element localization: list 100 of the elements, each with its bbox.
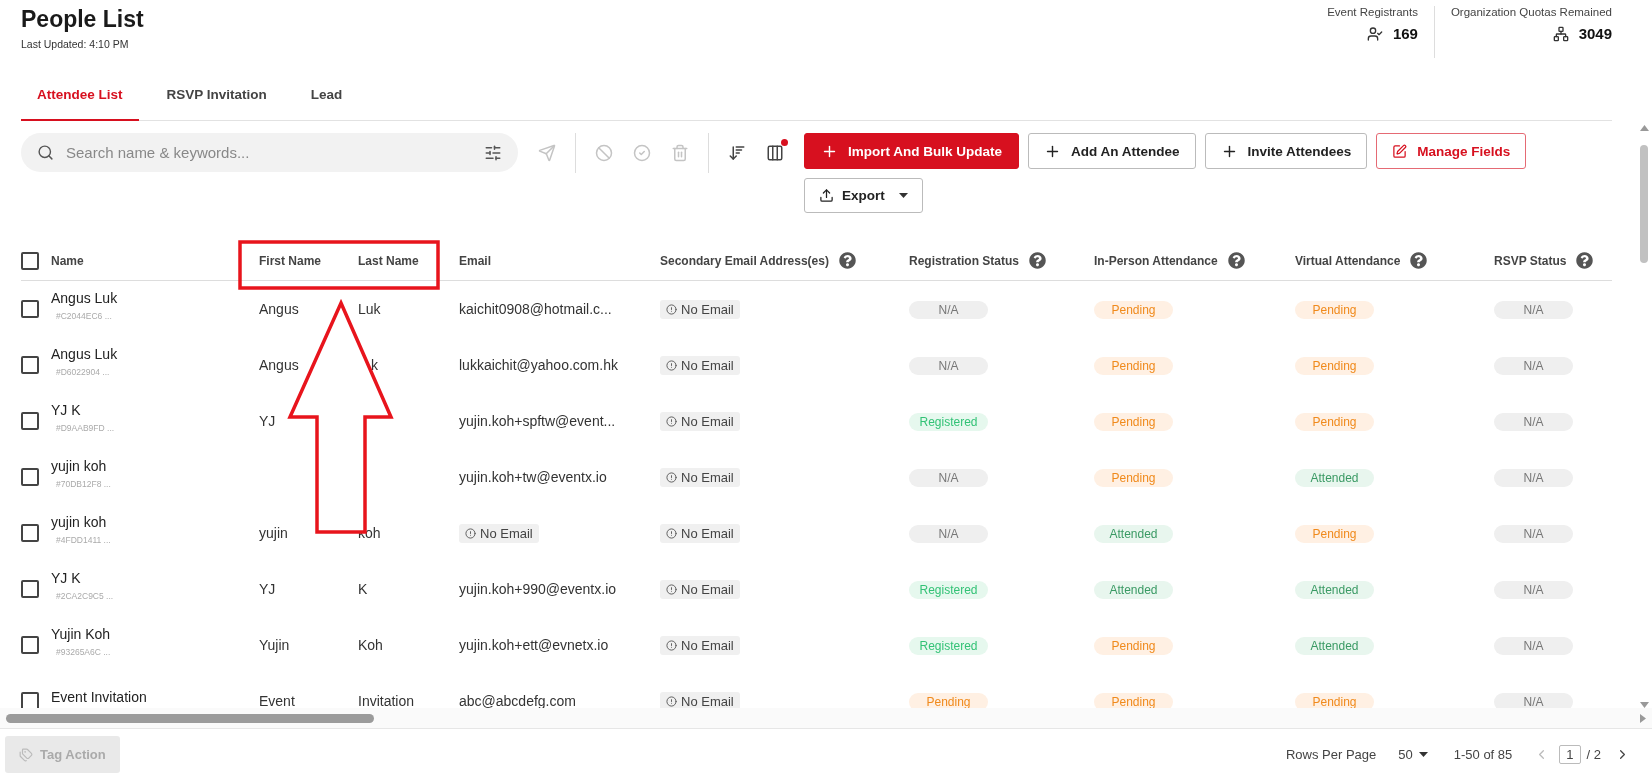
first-name-cell: Angus [259, 301, 299, 317]
tab[interactable]: Lead [294, 70, 359, 121]
action-button[interactable]: Import And Bulk Update [804, 133, 1019, 169]
search-icon [37, 144, 54, 161]
help-icon[interactable] [1576, 252, 1594, 269]
attendee-name: yujin koh [51, 513, 108, 530]
scroll-right-icon[interactable] [1640, 713, 1646, 723]
status-pill: N/A [1494, 412, 1573, 431]
scrollbar-thumb[interactable] [1640, 145, 1648, 263]
action-button[interactable]: Add An Attendee [1028, 133, 1196, 169]
no-email-badge: No Email [660, 691, 740, 708]
status-pill: Pending [1094, 636, 1173, 655]
status-pill: N/A [1494, 636, 1573, 655]
email-cell: yujin.koh+tw@eventx.io [459, 469, 607, 485]
no-email-badge: No Email [459, 523, 539, 543]
rows-per-page-label: Rows Per Page [1285, 747, 1377, 762]
scroll-up-icon[interactable] [1639, 125, 1649, 131]
last-updated: Last Updated: 4:10 PM [21, 38, 130, 50]
no-email-badge: No Email [660, 579, 740, 599]
status-pill: N/A [1494, 300, 1573, 319]
help-icon[interactable] [1029, 252, 1046, 269]
filter-icon[interactable] [484, 143, 502, 162]
column-header: Registration Status [909, 253, 1019, 268]
select-all-checkbox[interactable] [21, 251, 39, 270]
no-email-badge: No Email [660, 299, 740, 319]
status-pill: Registered [909, 412, 988, 431]
row-checkbox[interactable] [21, 524, 39, 542]
email-cell: abc@abcdefg.com [459, 693, 576, 708]
total-pages: / 2 [1586, 747, 1601, 762]
column-header: Email [459, 253, 491, 268]
attendee-id: #2CA2C9C5 ... [55, 590, 115, 601]
first-name-cell: Yujin [259, 637, 290, 653]
email-cell: yujin.koh+ett@evnetx.io [459, 637, 609, 653]
stat-value: 3049 [1578, 25, 1612, 42]
last-name-cell: Invitation [358, 693, 415, 708]
row-checkbox[interactable] [21, 636, 39, 654]
horizontal-scrollbar[interactable] [0, 708, 1652, 728]
status-pill: Pending [1094, 356, 1173, 375]
tab[interactable]: RSVP Invitation [150, 70, 283, 121]
export-button[interactable]: Export [804, 178, 923, 213]
row-checkbox[interactable] [21, 300, 39, 318]
status-pill: Attended [1094, 580, 1173, 599]
row-checkbox[interactable] [21, 580, 39, 598]
attendee-name: Angus Luk [51, 345, 119, 362]
status-pill: N/A [909, 524, 988, 543]
column-header: Virtual Attendance [1295, 253, 1401, 268]
last-name-cell: K [358, 581, 368, 597]
stat-label: Organization Quotas Remained [1450, 6, 1612, 18]
help-icon[interactable] [1227, 252, 1245, 269]
attendee-name: YJ K [51, 569, 82, 586]
status-pill: Pending [909, 692, 988, 708]
help-icon[interactable] [1410, 252, 1428, 269]
attendee-name: yujin koh [51, 457, 108, 474]
status-pill: Pending [1094, 468, 1173, 487]
page-title: People List [21, 6, 144, 33]
search-field[interactable]: Search name & keywords... [21, 133, 518, 172]
tab[interactable]: Attendee List [21, 70, 139, 121]
rows-per-page-select[interactable]: 50 [1398, 747, 1428, 762]
help-icon[interactable] [838, 252, 856, 269]
status-pill: Pending [1094, 692, 1173, 708]
page-range: 1-50 of 85 [1453, 747, 1513, 762]
email-cell: kaichit0908@hotmail.c... [459, 301, 612, 317]
no-email-badge: No Email [660, 467, 740, 487]
page-input[interactable]: 1 [1559, 745, 1581, 764]
column-header: Last Name [358, 253, 419, 268]
attendee-id: #4FDD1411 ... [55, 534, 112, 545]
no-email-badge: No Email [660, 523, 740, 543]
status-pill: Attended [1295, 580, 1374, 599]
first-name-cell: Event [259, 693, 295, 708]
attendee-name: YJ K [51, 401, 82, 418]
attendee-id: #70DB12F8 ... [55, 478, 112, 489]
status-pill: Attended [1094, 524, 1173, 543]
status-pill: Registered [909, 580, 988, 599]
row-checkbox[interactable] [21, 468, 39, 486]
email-cell: yujin.koh+spftw@event... [459, 413, 616, 429]
search-input[interactable]: Search name & keywords... [64, 133, 474, 172]
status-pill: Pending [1295, 524, 1374, 543]
first-name-cell: Angus [259, 357, 299, 373]
status-pill: Pending [1295, 300, 1374, 319]
user-check-icon [1366, 25, 1383, 42]
action-button[interactable]: Invite Attendees [1204, 133, 1368, 169]
attendee-id: #D6022904 ... [55, 366, 111, 377]
email-cell: yujin.koh+990@eventx.io [459, 581, 617, 597]
status-pill: N/A [1494, 692, 1573, 708]
attendee-name: Yujin Koh [51, 625, 112, 642]
action-button[interactable]: Manage Fields [1376, 133, 1527, 169]
hierarchy-icon [1552, 25, 1569, 42]
row-checkbox[interactable] [21, 356, 39, 374]
status-pill: Pending [1094, 300, 1173, 319]
row-checkbox[interactable] [21, 692, 39, 708]
last-name-cell: Luk [358, 301, 381, 317]
no-email-badge: No Email [660, 411, 740, 431]
status-pill: Pending [1295, 412, 1374, 431]
status-pill: N/A [909, 356, 988, 375]
status-pill: Attended [1295, 636, 1374, 655]
no-email-badge: No Email [660, 355, 740, 375]
row-checkbox[interactable] [21, 412, 39, 430]
stat-label: Event Registrants [1327, 6, 1418, 18]
status-pill: N/A [1494, 580, 1573, 599]
status-pill: N/A [909, 300, 988, 319]
